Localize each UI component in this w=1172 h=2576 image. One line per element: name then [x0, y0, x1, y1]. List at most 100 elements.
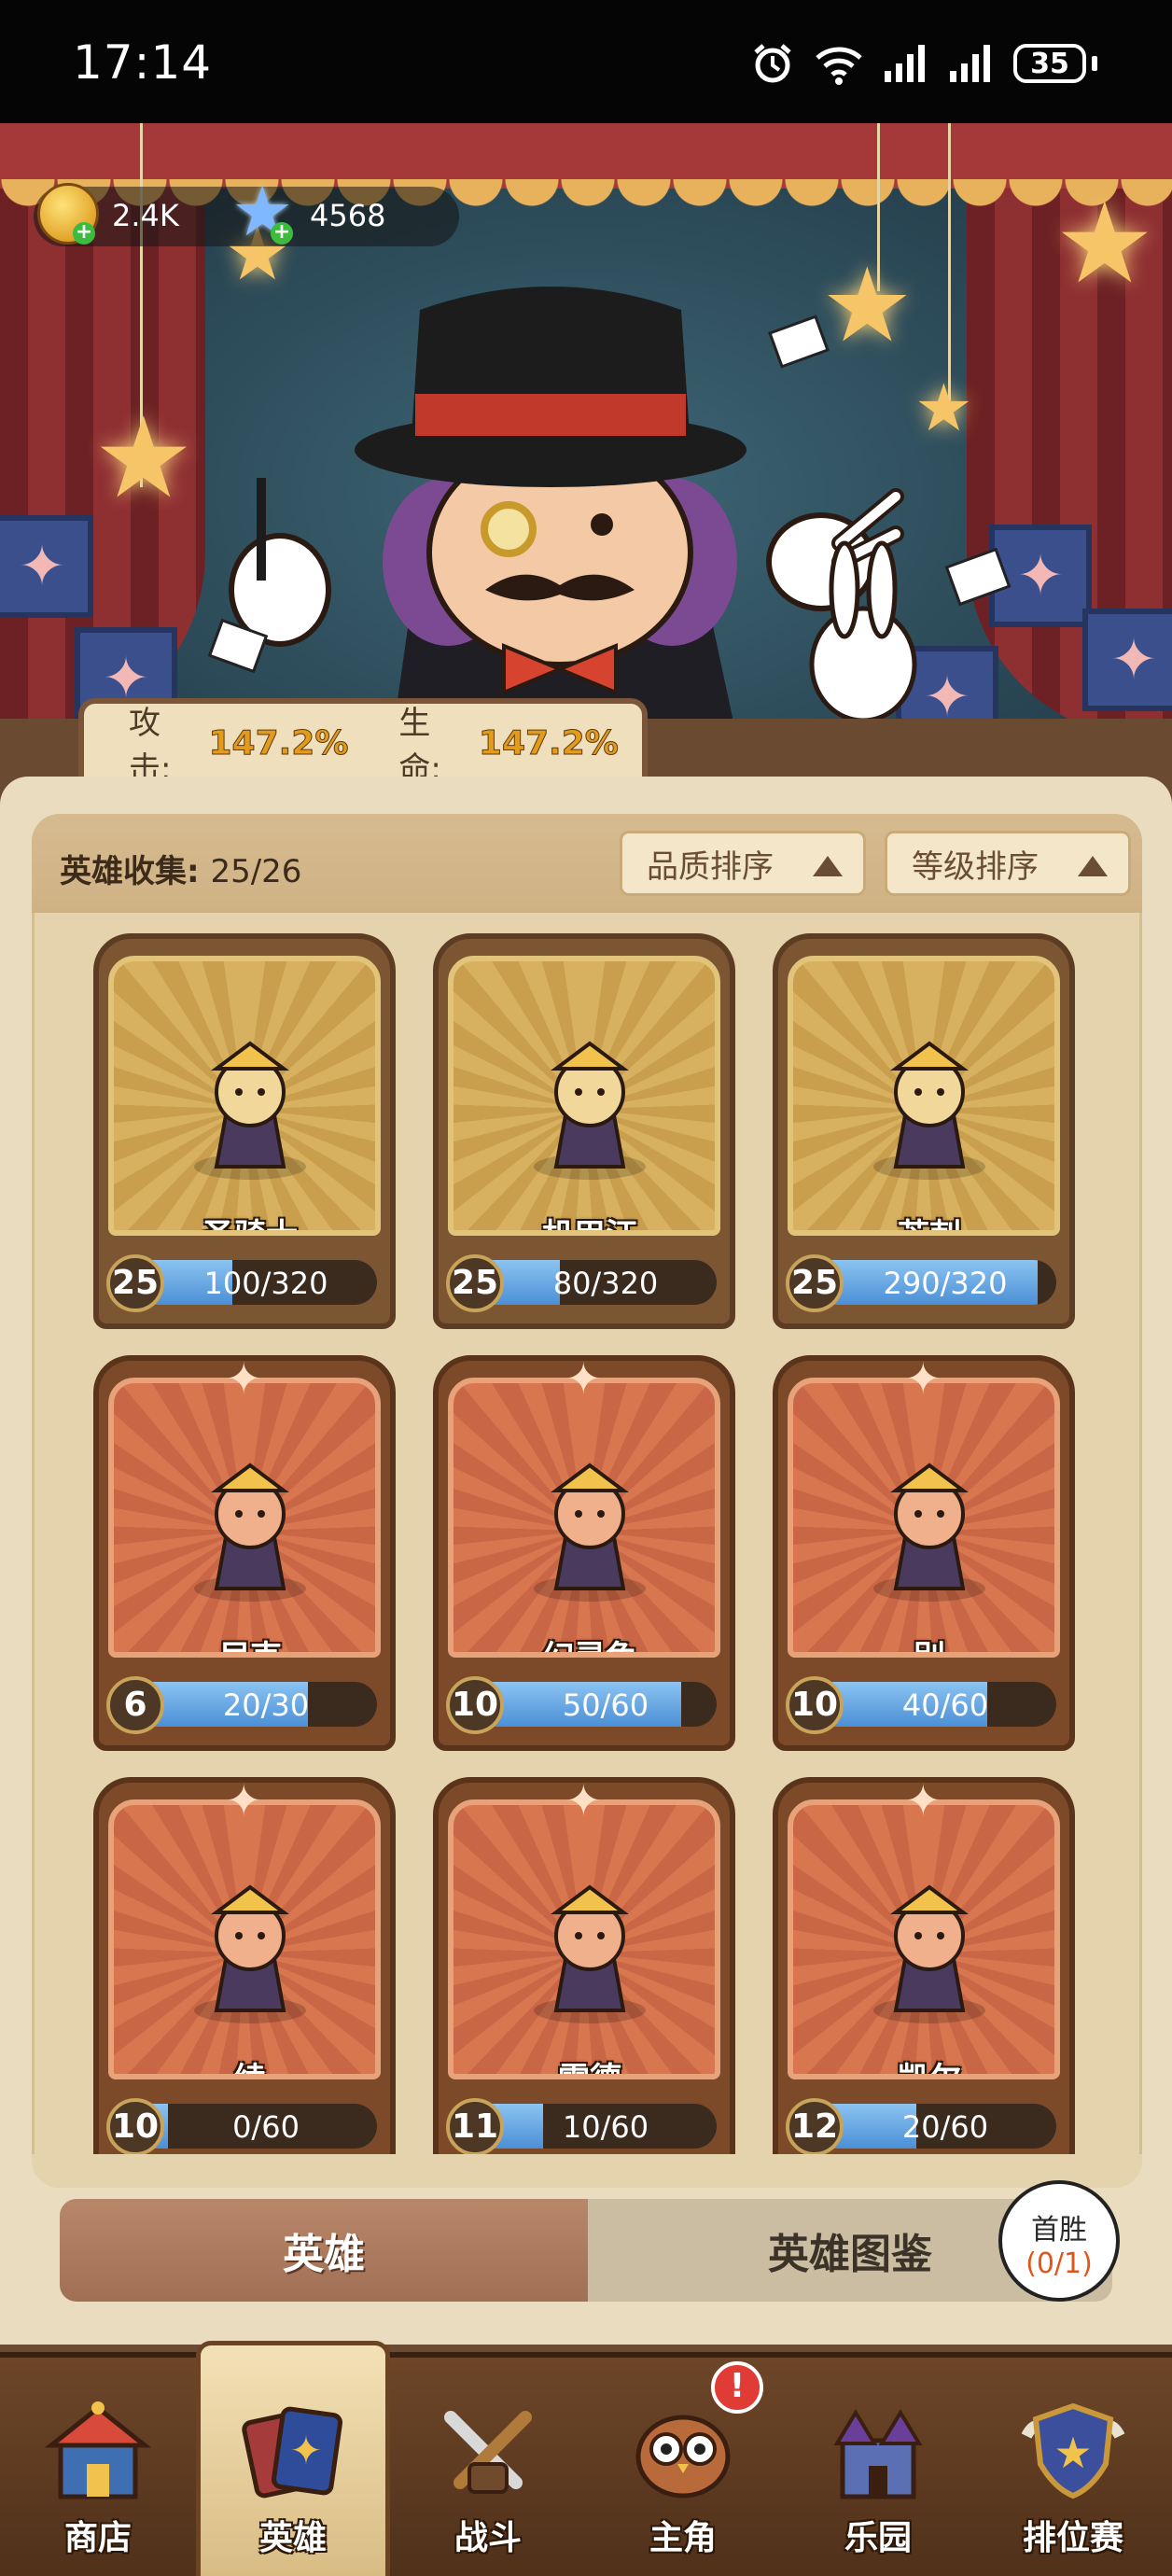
first-win-label: 首胜: [1031, 2214, 1087, 2247]
owl-icon: [635, 2415, 731, 2499]
status-time: 17:14: [73, 35, 213, 90]
hero-card[interactable]: 尼克 ✦ 20/30 6: [93, 1355, 396, 1751]
card-art: 圣骑士: [108, 956, 381, 1236]
svg-text:✦: ✦: [289, 2428, 322, 2473]
collection-count: 25/26: [210, 853, 302, 890]
hero-card[interactable]: 凯尔 ✦ 20/60 12: [773, 1777, 1075, 2173]
grid-bottom-mask: [32, 2154, 1142, 2188]
card-art: 芒刺: [788, 956, 1060, 1236]
gold-amount: 2.4K: [112, 198, 179, 233]
hero-name: 幻灵兔: [542, 1639, 637, 1658]
hero-name: 别: [914, 1639, 945, 1658]
alarm-icon: [754, 44, 791, 83]
nav-ranked[interactable]: ★ 排位赛: [984, 2371, 1162, 2576]
hero-progress-text: 10/60: [562, 2109, 649, 2145]
hero-portrait: [194, 1041, 306, 1180]
hero-level-badge: 10: [446, 1676, 504, 1734]
hero-banner: ★ ★ ★ ★ ★ ✦ ✦ ✦ ✦ ✦ + 2.4K ★ + 4568: [0, 123, 1172, 739]
card-art: 凯尔: [788, 1799, 1060, 2079]
hero-progress-text: 50/60: [562, 1687, 649, 1723]
collection-label: 英雄收集:: [60, 853, 200, 890]
add-gems-icon[interactable]: +: [271, 222, 293, 245]
hero-level-badge: 12: [786, 2098, 844, 2156]
nav-battle[interactable]: 战斗: [399, 2371, 577, 2576]
nav-battle-label: 战斗: [453, 2519, 522, 2557]
hero-name: 机甲汪: [542, 1217, 637, 1236]
sparkle-icon: ✦: [226, 1775, 262, 1826]
hero-progress-text: 40/60: [901, 1687, 989, 1723]
level-sort-button[interactable]: 等级排序: [885, 831, 1131, 896]
gem-amount: 4568: [310, 198, 386, 233]
nav-heroes[interactable]: ✦ 英雄: [204, 2371, 382, 2576]
hero-progress-text: 20/30: [222, 1687, 310, 1723]
hero-portrait: [194, 1463, 306, 1602]
sparkle-icon: ✦: [905, 1775, 942, 1826]
hero-card[interactable]: 幻灵兔 ✦ 50/60 10: [433, 1355, 735, 1751]
nav-heroes-label: 英雄: [258, 2519, 327, 2557]
alert-badge-icon: !: [711, 2361, 763, 2414]
battle-swords-icon: [444, 2411, 532, 2494]
hero-portrait: [873, 1041, 985, 1180]
first-win-count: (0/1): [1026, 2247, 1093, 2280]
hero-level-badge: 10: [786, 1676, 844, 1734]
sparkle-icon: ✦: [565, 1353, 602, 1404]
nav-shop[interactable]: 商店: [9, 2371, 187, 2576]
hero-card[interactable]: 芒刺 290/320 25: [773, 933, 1075, 1329]
ranked-shield-icon: ★: [1021, 2402, 1125, 2499]
card-art: 幻灵兔: [448, 1378, 720, 1658]
signal-icon-2: [950, 45, 990, 82]
hero-portrait: [534, 1041, 646, 1180]
hero-card[interactable]: 别 ✦ 40/60 10: [773, 1355, 1075, 1751]
castle-icon: [833, 2409, 923, 2499]
quality-sort-button[interactable]: 品质排序: [620, 831, 866, 896]
card-art: 尼克: [108, 1378, 381, 1658]
hero-cards-icon: ✦: [242, 2406, 343, 2499]
nav-shop-label: 商店: [63, 2519, 132, 2557]
hero-level-badge: 6: [106, 1676, 164, 1734]
hero-name: 芒刺: [898, 1217, 961, 1236]
status-bar: 17:14 35: [0, 0, 1172, 123]
hero-level-badge: 25: [446, 1254, 504, 1312]
hero-portrait: [534, 1884, 646, 2023]
hero-progress-text: 290/320: [883, 1266, 1008, 1301]
nav-park-label: 乐园: [844, 2519, 912, 2557]
wifi-icon: [816, 47, 862, 85]
card-art: 别: [788, 1378, 1060, 1658]
hero-level-badge: 11: [446, 2098, 504, 2156]
first-win-badge[interactable]: 首胜 (0/1): [998, 2180, 1120, 2302]
nav-park[interactable]: 乐园: [789, 2371, 967, 2576]
hero-card[interactable]: 绫 ✦ 0/60 10: [93, 1777, 396, 2173]
hero-level-badge: 10: [106, 2098, 164, 2156]
sparkle-icon: ✦: [905, 1353, 942, 1404]
shop-tent-icon: [44, 2401, 152, 2499]
level-sort-label: 等级排序: [912, 847, 1039, 886]
app-root: 17:14 35 ★ ★ ★ ★ ★ ✦ ✦ ✦ ✦ ✦ + 2.4K ★ + …: [0, 0, 1172, 2576]
svg-text:★: ★: [1053, 2428, 1092, 2478]
hero-progress-text: 100/320: [203, 1266, 328, 1301]
attack-label: 攻击:: [129, 705, 172, 788]
hero-portrait: [534, 1463, 646, 1602]
add-gold-icon[interactable]: +: [73, 222, 95, 245]
hero-portrait: [194, 1884, 306, 2023]
signal-icon: [885, 45, 925, 82]
currency-bar: + 2.4K ★ + 4568: [34, 177, 459, 246]
hero-level-badge: 25: [786, 1254, 844, 1312]
hero-name: 圣骑士: [202, 1217, 298, 1236]
hero-name: 绫: [234, 2061, 266, 2079]
status-icons: 35: [750, 37, 1097, 90]
hero-progress-text: 80/320: [552, 1266, 659, 1301]
card-art: 雷德: [448, 1799, 720, 2079]
hp-value: 147.2%: [478, 723, 619, 763]
card-art: 绫: [108, 1799, 381, 2079]
hp-label: 生命:: [398, 705, 441, 788]
sparkle-icon: ✦: [226, 1353, 262, 1404]
battery-cap: [1092, 56, 1097, 71]
hero-progress-text: 20/60: [901, 2109, 989, 2145]
hero-card[interactable]: 雷德 ✦ 10/60 11: [433, 1777, 735, 2173]
quality-sort-label: 品质排序: [647, 847, 774, 886]
tab-heroes[interactable]: 英雄: [60, 2199, 588, 2302]
sort-arrow-icon: [1078, 856, 1108, 876]
hero-card[interactable]: 机甲汪 80/320 25: [433, 933, 735, 1329]
hero-card[interactable]: 圣骑士 100/320 25: [93, 933, 396, 1329]
hero-name: 尼克: [218, 1639, 282, 1658]
